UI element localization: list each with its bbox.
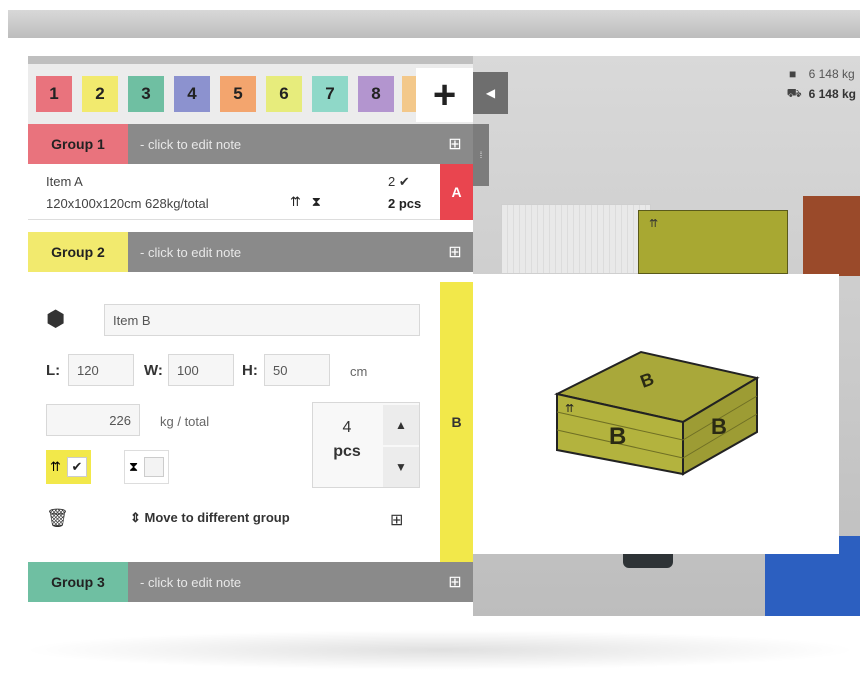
group-2-note[interactable]: - click to edit note	[128, 245, 437, 260]
move-arrows-icon: ⇕	[130, 510, 141, 525]
scene-cargo-brown	[803, 196, 860, 276]
quantity-stepper[interactable]: 4 pcs ▲ ▼	[312, 402, 420, 488]
item-a-flags: ⇈ ⧗	[290, 194, 321, 210]
no-stack-toggle[interactable]: ⧗	[124, 450, 170, 484]
weight-value: 6 148 kg	[808, 67, 855, 81]
box-preview-svg: B B B ⇈	[554, 350, 760, 476]
group-1-header: Group 1 - click to edit note ⊞	[28, 124, 473, 164]
dimension-unit: cm	[350, 364, 368, 379]
item-a-count-value: 2	[388, 174, 396, 189]
box-side-letter: B	[711, 414, 727, 439]
this-side-up-toggle[interactable]: ⇈ ✔	[46, 450, 91, 484]
this-side-up-checkbox[interactable]: ✔	[66, 457, 87, 477]
arrows-up-icon: ⇈	[649, 218, 659, 230]
width-input[interactable]: 100	[168, 354, 234, 386]
tab-group-6[interactable]: 6	[266, 76, 302, 112]
item-a-pcs: 2 pcs	[388, 196, 422, 211]
add-to-container-icon[interactable]: ⊞	[390, 510, 403, 530]
3d-viewport[interactable]: ■ 6 148 kg ⛟ 6 148 kg ⇈ B B B ⇈	[473, 56, 860, 616]
add-group-button[interactable]: +	[416, 68, 473, 122]
stats-row-load: ⛟ 6 148 kg	[787, 84, 856, 104]
weight-unit: kg / total	[160, 414, 210, 429]
group-3-label[interactable]: Group 3	[28, 562, 128, 602]
add-item-icon[interactable]: ⊞	[437, 242, 473, 262]
item-b-editor: ⬢ Item B L: 120 W: 100 H: 50 cm 226 kg /…	[28, 282, 473, 562]
tab-group-8[interactable]: 8	[358, 76, 394, 112]
tab-group-4[interactable]: 4	[174, 76, 210, 112]
stats-row-weight: ■ 6 148 kg	[787, 64, 856, 84]
tab-group-9-partial[interactable]	[402, 76, 416, 112]
weight-input[interactable]: 226	[46, 404, 140, 436]
window-frame-top	[8, 10, 860, 38]
box-up-arrows-icon: ⇈	[565, 403, 574, 415]
tab-group-1[interactable]: 1	[36, 76, 72, 112]
no-stack-icon: ⧗	[311, 194, 321, 209]
no-stack-checkbox[interactable]	[144, 457, 165, 477]
check-icon: ✔	[398, 174, 410, 189]
delete-icon[interactable]: 🗑	[46, 508, 69, 529]
item-preview: B B B ⇈	[473, 274, 839, 554]
this-side-up-icon: ⇈	[290, 194, 301, 209]
group-2-label[interactable]: Group 2	[28, 232, 128, 272]
tab-group-5[interactable]: 5	[220, 76, 256, 112]
group-3-note[interactable]: - click to edit note	[128, 575, 437, 590]
load-stats: ■ 6 148 kg ⛟ 6 148 kg	[787, 64, 856, 104]
item-a-badge: A	[440, 164, 473, 220]
quantity-value: 4	[342, 419, 352, 436]
box-front-letter: B	[609, 423, 626, 450]
length-input[interactable]: 120	[68, 354, 134, 386]
group-1-label[interactable]: Group 1	[28, 124, 128, 164]
axle-load-icon: ⛟	[786, 86, 802, 100]
group-1-note[interactable]: - click to edit note	[128, 137, 437, 152]
scene-cargo-olive: ⇈	[638, 210, 788, 274]
collapse-panel-button[interactable]: ◀	[473, 72, 508, 114]
drop-shadow	[20, 630, 860, 670]
quantity-unit: pcs	[333, 443, 361, 460]
add-item-icon[interactable]: ⊞	[437, 572, 473, 592]
group-2-header: Group 2 - click to edit note ⊞	[28, 232, 473, 272]
tab-group-2[interactable]: 2	[82, 76, 118, 112]
length-label: L:	[46, 362, 61, 379]
item-b-badge: B	[440, 282, 473, 562]
group-tabs: 1 2 3 4 5 6 7 8 +	[28, 64, 473, 124]
move-group-label: Move to different group	[144, 510, 290, 525]
item-a-count: 2 ✔	[388, 174, 410, 190]
scene-container	[501, 204, 651, 274]
this-side-up-icon: ⇈	[50, 459, 61, 474]
item-a-dims: 120x100x120cm 628kg/total	[46, 196, 209, 211]
groups-panel: 1 2 3 4 5 6 7 8 + Group 1 - click to edi…	[28, 64, 473, 616]
tab-group-7[interactable]: 7	[312, 76, 348, 112]
group-3-header: Group 3 - click to edit note ⊞	[28, 562, 473, 602]
load-planner-app: ■ 6 148 kg ⛟ 6 148 kg ⇈ B B B ⇈ 1 2 3 4 …	[28, 56, 860, 616]
item-name-input[interactable]: Item B	[104, 304, 420, 336]
item-a-name: Item A	[46, 174, 83, 189]
add-item-icon[interactable]: ⊞	[437, 134, 473, 154]
group-3-body	[28, 602, 473, 616]
item-a-row[interactable]: Item A 120x100x120cm 628kg/total ⇈ ⧗ 2 ✔…	[28, 164, 473, 220]
height-label: H:	[242, 362, 258, 379]
resize-handle[interactable]: ⁞	[473, 124, 489, 186]
increment-button[interactable]: ▲	[383, 405, 419, 445]
no-stack-icon: ⧗	[129, 459, 139, 474]
decrement-button[interactable]: ▼	[383, 447, 419, 487]
cube-icon: ⬢	[46, 306, 66, 331]
weight-icon: ■	[789, 67, 797, 81]
width-label: W:	[144, 362, 163, 379]
move-group-button[interactable]: ⇕ Move to different group	[130, 510, 290, 526]
tab-group-3[interactable]: 3	[128, 76, 164, 112]
height-input[interactable]: 50	[264, 354, 330, 386]
load-value: 6 148 kg	[808, 87, 856, 101]
